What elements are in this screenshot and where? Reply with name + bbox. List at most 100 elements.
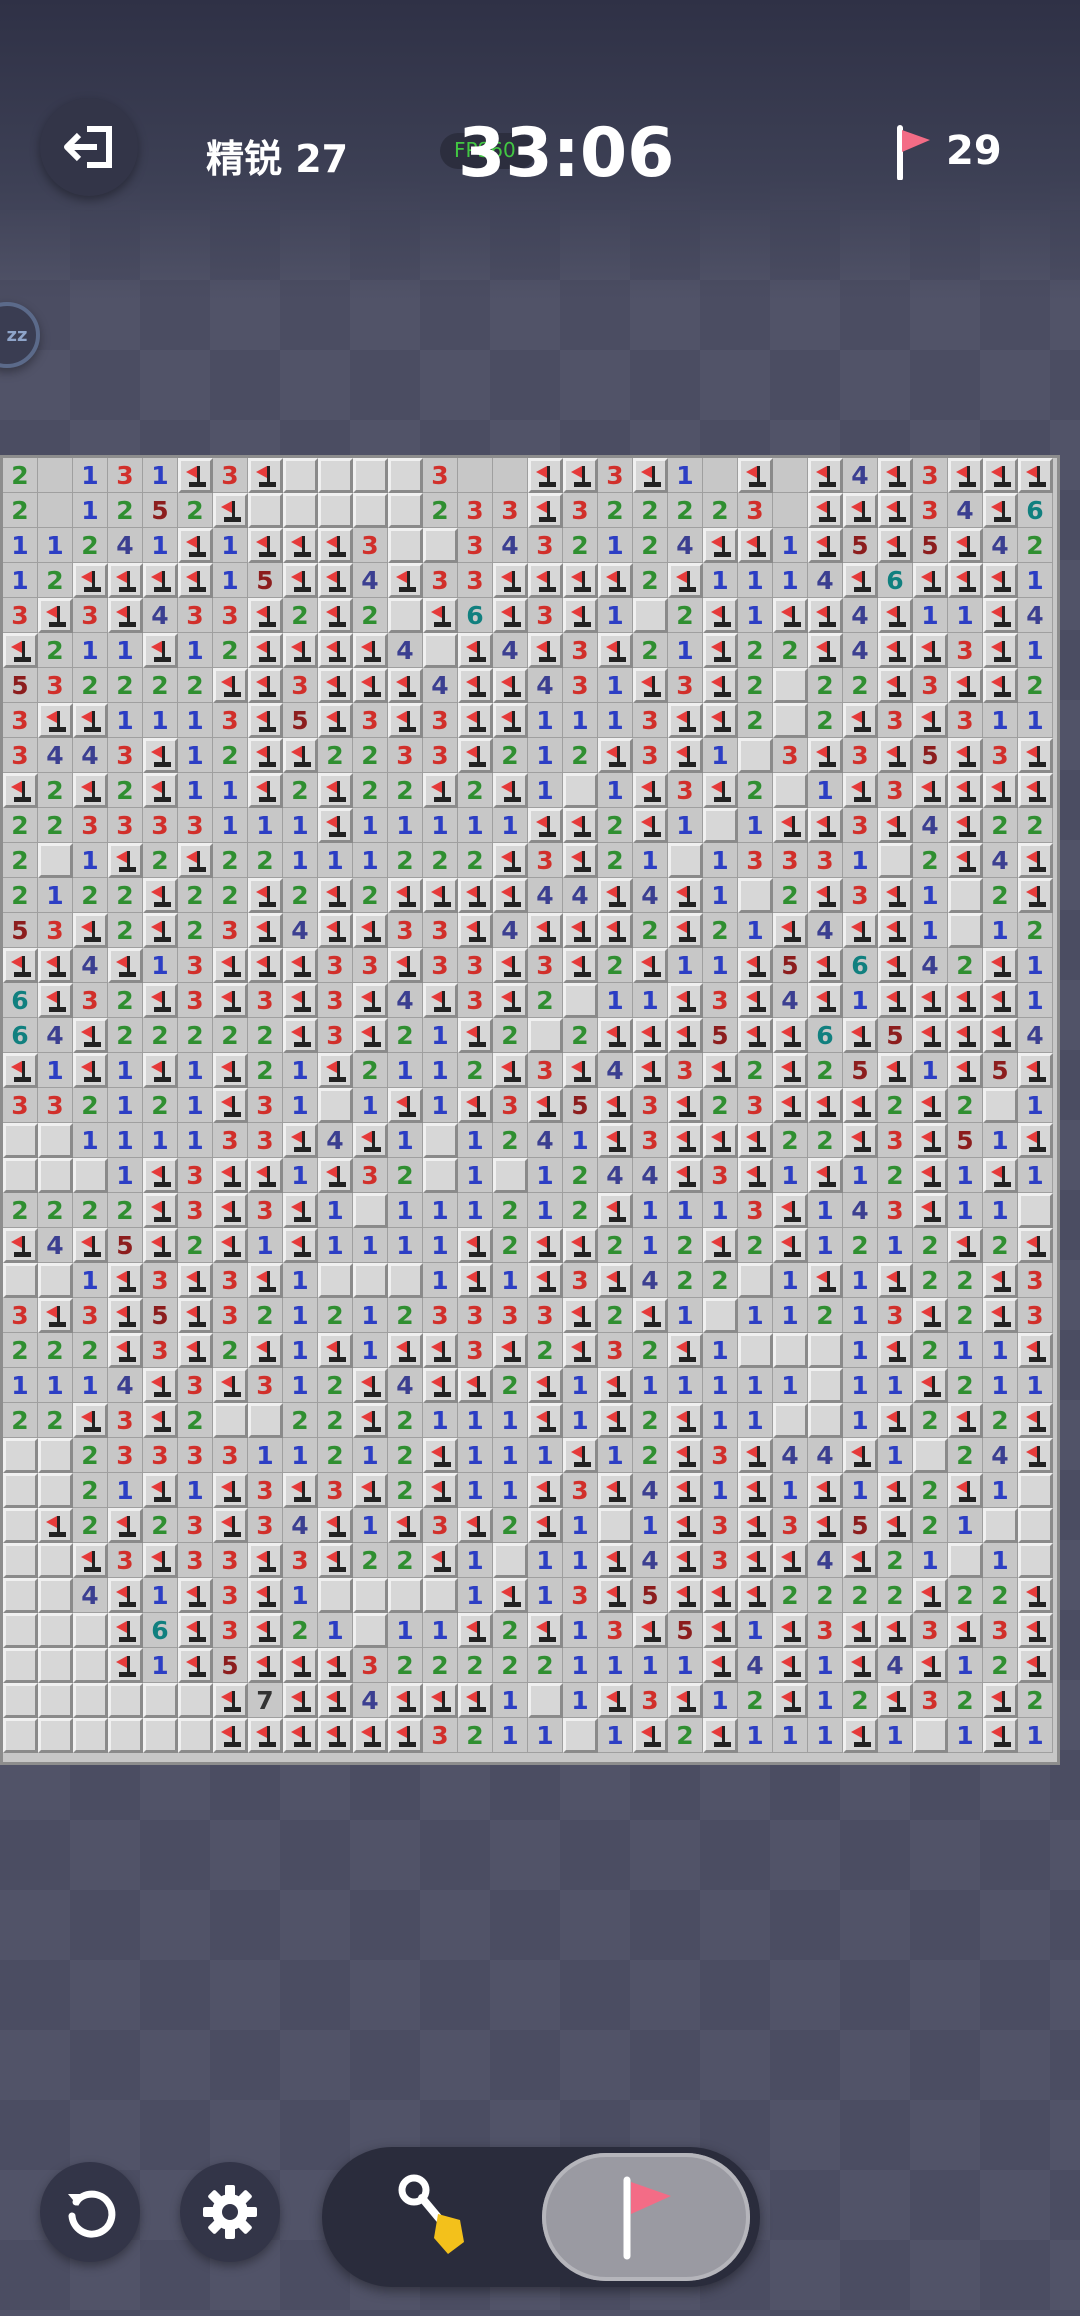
number-cell[interactable]: 2: [3, 1333, 38, 1368]
flagged-cell[interactable]: [353, 983, 388, 1018]
hidden-cell[interactable]: [388, 458, 423, 493]
number-cell[interactable]: 2: [948, 1438, 983, 1473]
flagged-cell[interactable]: [948, 458, 983, 493]
number-cell[interactable]: 1: [73, 458, 108, 493]
flagged-cell[interactable]: [458, 913, 493, 948]
flagged-cell[interactable]: [1018, 1578, 1053, 1613]
number-cell[interactable]: 1: [1018, 703, 1053, 738]
flagged-cell[interactable]: [178, 1298, 213, 1333]
flagged-cell[interactable]: [283, 1193, 318, 1228]
number-cell[interactable]: 1: [73, 1368, 108, 1403]
number-cell[interactable]: 5: [633, 1578, 668, 1613]
number-cell[interactable]: 3: [633, 703, 668, 738]
hidden-cell[interactable]: [948, 878, 983, 913]
flagged-cell[interactable]: [248, 528, 283, 563]
number-cell[interactable]: 1: [283, 1158, 318, 1193]
flagged-cell[interactable]: [213, 948, 248, 983]
number-cell[interactable]: 1: [388, 808, 423, 843]
number-cell[interactable]: 1: [598, 528, 633, 563]
number-cell[interactable]: 1: [458, 1578, 493, 1613]
number-cell[interactable]: 2: [493, 1123, 528, 1158]
number-cell[interactable]: 6: [143, 1613, 178, 1648]
number-cell[interactable]: 1: [108, 1088, 143, 1123]
flagged-cell[interactable]: [388, 878, 423, 913]
flagged-cell[interactable]: [773, 1648, 808, 1683]
number-cell[interactable]: 3: [493, 1298, 528, 1333]
flagged-cell[interactable]: [73, 1403, 108, 1438]
flagged-cell[interactable]: [248, 878, 283, 913]
flagged-cell[interactable]: [913, 1298, 948, 1333]
number-cell[interactable]: 1: [878, 1438, 913, 1473]
number-cell[interactable]: 1: [563, 1683, 598, 1718]
flagged-cell[interactable]: [948, 1053, 983, 1088]
number-cell[interactable]: 2: [948, 1368, 983, 1403]
number-cell[interactable]: 1: [528, 1578, 563, 1613]
flagged-cell[interactable]: [213, 1053, 248, 1088]
number-cell[interactable]: 2: [353, 1543, 388, 1578]
empty-cell[interactable]: [458, 458, 493, 493]
number-cell[interactable]: 2: [598, 808, 633, 843]
flagged-cell[interactable]: [318, 598, 353, 633]
number-cell[interactable]: 2: [1018, 913, 1053, 948]
flagged-cell[interactable]: [983, 1263, 1018, 1298]
number-cell[interactable]: 1: [213, 808, 248, 843]
flagged-cell[interactable]: [773, 1543, 808, 1578]
number-cell[interactable]: 4: [738, 1648, 773, 1683]
flagged-cell[interactable]: [528, 808, 563, 843]
number-cell[interactable]: 5: [143, 493, 178, 528]
number-cell[interactable]: 2: [73, 1193, 108, 1228]
flagged-cell[interactable]: [983, 1158, 1018, 1193]
flagged-cell[interactable]: [318, 1053, 353, 1088]
hidden-cell[interactable]: [633, 598, 668, 633]
number-cell[interactable]: 4: [843, 458, 878, 493]
flagged-cell[interactable]: [318, 808, 353, 843]
flagged-cell[interactable]: [808, 1088, 843, 1123]
flagged-cell[interactable]: [353, 1473, 388, 1508]
number-cell[interactable]: 3: [458, 493, 493, 528]
flagged-cell[interactable]: [388, 668, 423, 703]
number-cell[interactable]: 3: [563, 668, 598, 703]
number-cell[interactable]: 2: [423, 493, 458, 528]
number-cell[interactable]: 1: [1018, 983, 1053, 1018]
number-cell[interactable]: 3: [563, 633, 598, 668]
flagged-cell[interactable]: [703, 598, 738, 633]
number-cell[interactable]: 5: [703, 1018, 738, 1053]
number-cell[interactable]: 1: [528, 1543, 563, 1578]
number-cell[interactable]: 3: [73, 598, 108, 633]
number-cell[interactable]: 2: [283, 598, 318, 633]
number-cell[interactable]: 1: [878, 1228, 913, 1263]
flagged-cell[interactable]: [248, 773, 283, 808]
number-cell[interactable]: 1: [3, 1368, 38, 1403]
number-cell[interactable]: 1: [948, 1193, 983, 1228]
number-cell[interactable]: 3: [108, 1543, 143, 1578]
number-cell[interactable]: 1: [143, 948, 178, 983]
number-cell[interactable]: 3: [248, 1508, 283, 1543]
hidden-cell[interactable]: [423, 1578, 458, 1613]
flagged-cell[interactable]: [633, 773, 668, 808]
number-cell[interactable]: 2: [108, 493, 143, 528]
number-cell[interactable]: 3: [73, 983, 108, 1018]
flagged-cell[interactable]: [738, 1508, 773, 1543]
flagged-cell[interactable]: [598, 1368, 633, 1403]
flagged-cell[interactable]: [668, 703, 703, 738]
flagged-cell[interactable]: [248, 1613, 283, 1648]
flagged-cell[interactable]: [178, 1648, 213, 1683]
number-cell[interactable]: 2: [948, 1088, 983, 1123]
number-cell[interactable]: 2: [913, 843, 948, 878]
flagged-cell[interactable]: [318, 1158, 353, 1193]
number-cell[interactable]: 2: [388, 1298, 423, 1333]
number-cell[interactable]: 1: [808, 1718, 843, 1753]
number-cell[interactable]: 5: [668, 1613, 703, 1648]
number-cell[interactable]: 3: [3, 703, 38, 738]
hidden-cell[interactable]: [38, 1613, 73, 1648]
number-cell[interactable]: 2: [38, 563, 73, 598]
number-cell[interactable]: 1: [773, 1298, 808, 1333]
flagged-cell[interactable]: [633, 668, 668, 703]
flagged-cell[interactable]: [178, 843, 213, 878]
flagged-cell[interactable]: [143, 913, 178, 948]
hidden-cell[interactable]: [563, 983, 598, 1018]
number-cell[interactable]: 3: [703, 1508, 738, 1543]
number-cell[interactable]: 1: [738, 1298, 773, 1333]
number-cell[interactable]: 5: [773, 948, 808, 983]
flagged-cell[interactable]: [528, 493, 563, 528]
